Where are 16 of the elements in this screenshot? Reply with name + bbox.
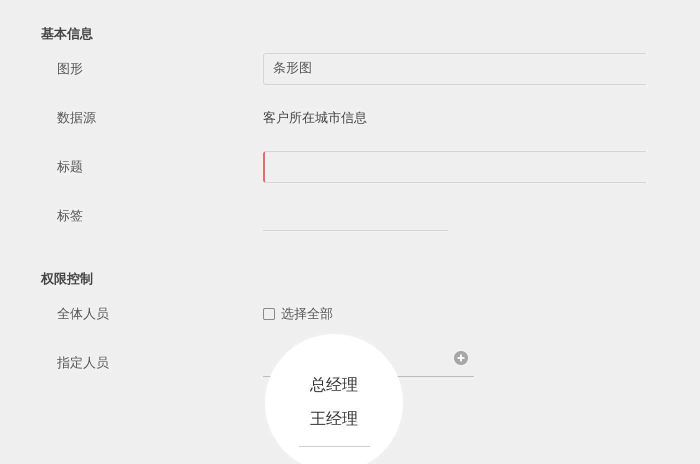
- field-label: 全体人员: [56, 306, 110, 322]
- checkbox[interactable]: [263, 308, 275, 320]
- checkbox-label: 选择全部: [281, 306, 333, 322]
- section-title: 基本信息: [41, 26, 94, 44]
- section-title: 权限控制: [41, 271, 94, 289]
- input-field[interactable]: [263, 150, 646, 182]
- select-field[interactable]: 条形图: [263, 52, 646, 84]
- dropdown-option[interactable]: 王经理: [304, 402, 364, 436]
- field-label: 数据源: [56, 110, 97, 126]
- field-label: 图形: [56, 60, 84, 78]
- add-icon[interactable]: [454, 351, 468, 365]
- field-label: 标签: [56, 208, 84, 224]
- field-label: 指定人员: [56, 354, 110, 372]
- dropdown-option[interactable]: 总经理: [304, 368, 364, 402]
- field-value: 客户所在城市信息: [263, 110, 367, 126]
- field-label: 标题: [56, 158, 84, 176]
